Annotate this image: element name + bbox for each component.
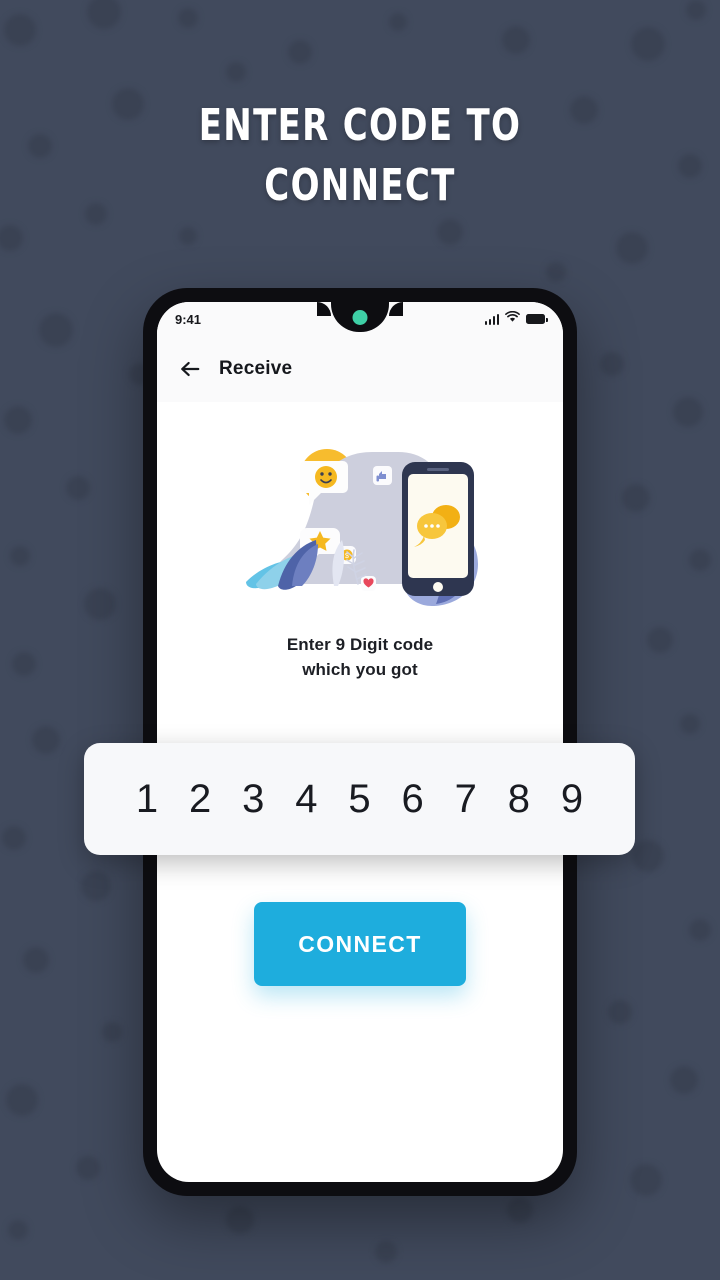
battery-icon (526, 314, 548, 324)
code-digit-8[interactable]: 8 (500, 779, 538, 819)
background-dot (680, 714, 700, 734)
background-dot (66, 476, 90, 500)
status-time: 9:41 (175, 311, 202, 327)
background-dot (81, 871, 111, 901)
background-dot (437, 219, 463, 245)
background-dot (288, 40, 312, 64)
background-dot (28, 134, 52, 158)
background-dot (76, 1156, 100, 1180)
background-dot (689, 919, 711, 941)
background-dot (87, 0, 121, 29)
connect-button[interactable]: CONNECT (254, 902, 466, 986)
status-icons (484, 310, 548, 328)
camera-dot-icon (352, 310, 368, 325)
background-dot (686, 0, 706, 20)
instruction-line1: Enter 9 Digit code (286, 635, 434, 654)
code-digit-4[interactable]: 4 (287, 779, 325, 819)
background-dot (84, 588, 116, 620)
background-dot (226, 1206, 254, 1234)
background-dot (6, 1084, 38, 1116)
background-dot (32, 726, 60, 754)
background-dot (647, 627, 673, 653)
code-digit-9[interactable]: 9 (553, 779, 591, 819)
background-dot (622, 484, 650, 512)
background-dot (10, 546, 30, 566)
background-dot (179, 227, 197, 245)
background-dot (8, 1220, 28, 1240)
background-dot (23, 947, 49, 973)
background-dot (39, 313, 73, 347)
phone-screen: 9:41 Receive $ Enter 9 Digit code which … (157, 302, 563, 1182)
instruction-text: Enter 9 Digit code which you got (157, 632, 563, 682)
background-dot (178, 8, 198, 28)
code-digit-1[interactable]: 1 (128, 779, 166, 819)
app-bar-title: Receive (219, 358, 293, 379)
instruction-line2: which you got (302, 660, 418, 679)
background-dot (546, 262, 566, 282)
signal-icon (484, 313, 499, 325)
background-dot (608, 1000, 632, 1024)
background-dot (600, 352, 624, 376)
background-dot (616, 232, 648, 264)
background-dot (670, 1066, 698, 1094)
background-dot (102, 1022, 122, 1042)
page-title-line1: ENTER CODE TO (198, 100, 522, 151)
background-dot (12, 652, 36, 676)
background-dot (632, 840, 664, 872)
code-digit-5[interactable]: 5 (341, 779, 379, 819)
wifi-icon (505, 310, 520, 328)
back-arrow-icon[interactable] (179, 358, 201, 380)
code-digit-6[interactable]: 6 (394, 779, 432, 819)
code-digit-2[interactable]: 2 (181, 779, 219, 819)
background-dot (630, 1164, 662, 1196)
code-digit-7[interactable]: 7 (447, 779, 485, 819)
phone-mockup: 9:41 Receive $ Enter 9 Digit code which … (143, 288, 577, 1196)
background-dot (507, 1197, 533, 1223)
code-digit-3[interactable]: 3 (234, 779, 272, 819)
background-dot (389, 13, 407, 31)
app-bar: Receive (157, 336, 563, 402)
background-dot (673, 397, 703, 427)
background-dot (0, 225, 23, 251)
background-dot (502, 26, 530, 54)
background-dot (375, 1241, 397, 1263)
page-title-line2: CONNECT (264, 160, 456, 211)
code-input-card[interactable]: 123456789 (84, 743, 635, 855)
background-dot (678, 154, 702, 178)
page-title: ENTER CODE TO CONNECT (50, 96, 669, 216)
background-dot (4, 14, 36, 46)
background-dot (631, 27, 665, 61)
background-dot (2, 826, 26, 850)
background-dot (689, 549, 711, 571)
chat-message-illustration: $ (230, 434, 490, 614)
background-dot (226, 62, 246, 82)
background-dot (4, 406, 32, 434)
